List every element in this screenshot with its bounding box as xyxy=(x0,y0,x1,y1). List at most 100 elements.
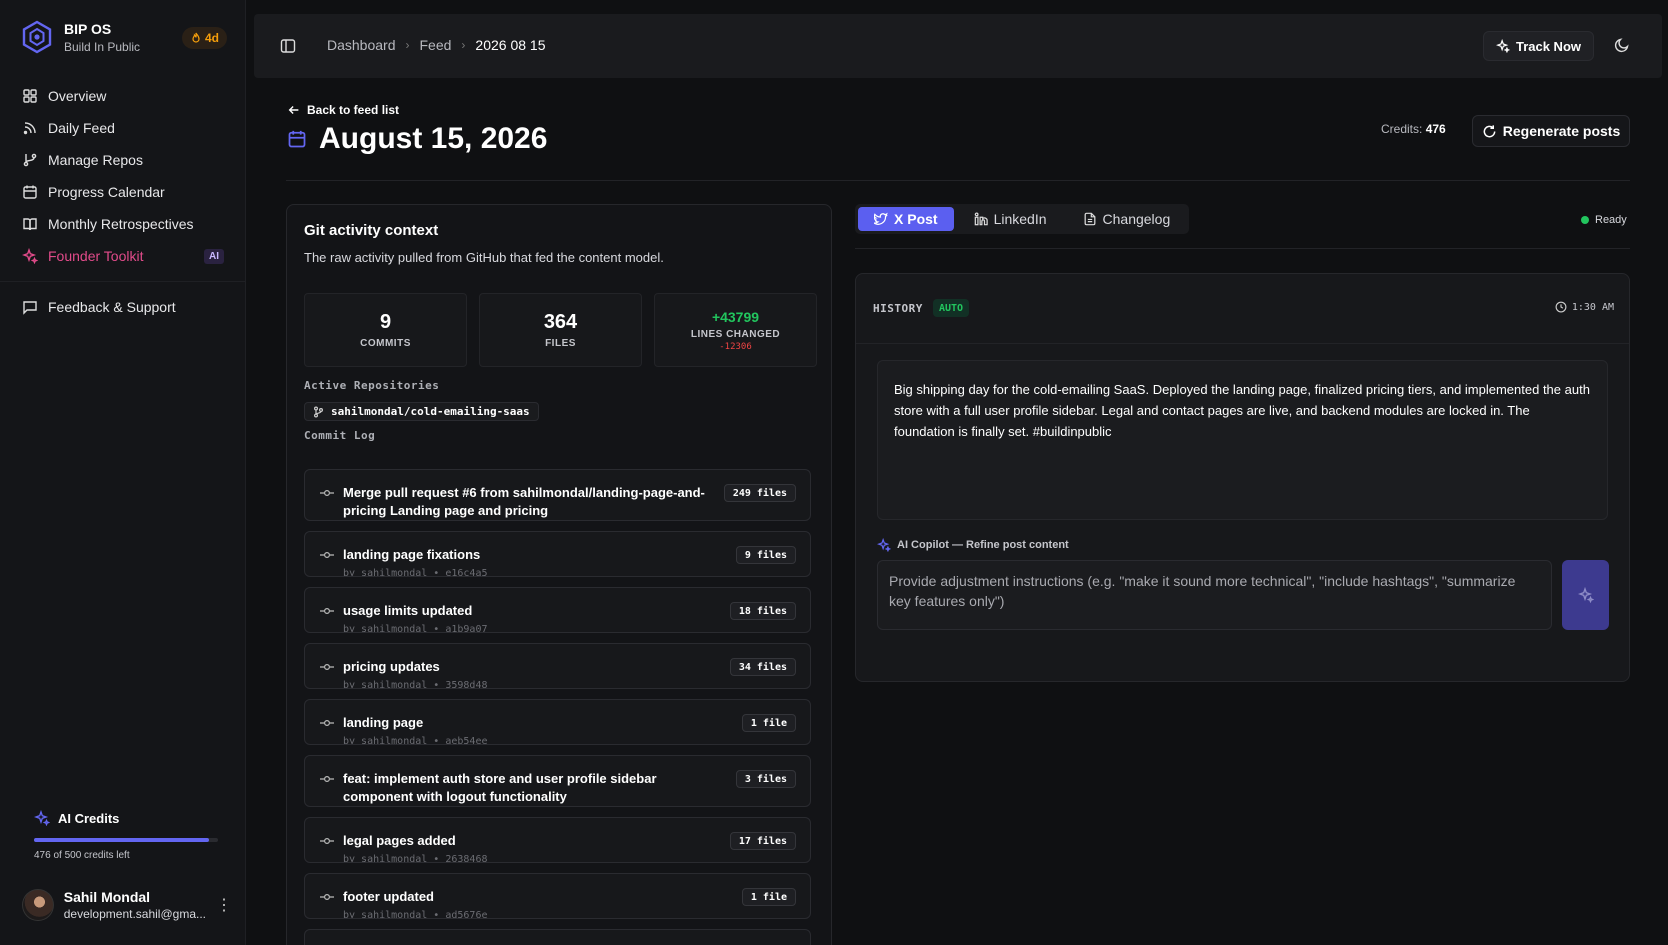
rss-icon xyxy=(23,122,36,135)
stat-value: 9 xyxy=(379,311,392,333)
git-commit-icon xyxy=(320,551,334,559)
sidebar-item-label: Manage Repos xyxy=(48,152,143,168)
sparkles-icon xyxy=(22,248,38,264)
git-repo-icon xyxy=(314,406,323,418)
sidebar-nav: Overview Daily Feed Manage Repos Progres… xyxy=(0,80,246,323)
ai-copilot-text: AI Copilot — Refine post content xyxy=(897,539,1069,551)
tab-changelog[interactable]: Changelog xyxy=(1067,207,1187,231)
sidebar-item-feedback-support[interactable]: Feedback & Support xyxy=(12,291,234,323)
tab-x-post[interactable]: X Post xyxy=(858,207,954,231)
commit-meta: by sahilmondal • a1b9a07 xyxy=(343,624,488,633)
commit-message: Merge pull request #6 from sahilmondal/l… xyxy=(343,485,705,518)
sidebar-toggle-icon[interactable] xyxy=(280,38,296,54)
git-commit-icon xyxy=(320,775,334,783)
ai-credits-title: AI Credits xyxy=(22,810,228,826)
commit-list: Merge pull request #6 from sahilmondal/l… xyxy=(304,469,811,945)
stat-commits: 9 COMMITS xyxy=(304,293,467,367)
sidebar-item-progress-calendar[interactable]: Progress Calendar xyxy=(12,176,234,208)
credits-left-text: 476 of 500 credits left xyxy=(34,850,130,861)
status-dot xyxy=(1581,216,1589,224)
history-label[interactable]: HISTORY xyxy=(873,302,923,315)
commit-log-label: Commit Log xyxy=(304,429,376,442)
regenerate-label: Regenerate posts xyxy=(1502,123,1621,139)
ai-credits-card: AI Credits 476 of 500 credits left xyxy=(22,810,228,861)
commit-meta: by sahilmondal • 3598d48 xyxy=(343,680,488,689)
refine-submit-button[interactable] xyxy=(1562,560,1609,630)
stat-lines-changed: +43799 LINES CHANGED -12306 xyxy=(654,293,817,367)
sidebar-item-label: Progress Calendar xyxy=(48,184,165,200)
stat-label: COMMITS xyxy=(360,338,411,349)
git-commit-icon xyxy=(320,663,334,671)
top-bar: Dashboard › Feed › 2026 08 15 Track Now xyxy=(254,14,1662,78)
credits-info: Credits: 476 xyxy=(1381,122,1446,136)
commit-item-partial[interactable] xyxy=(304,929,811,945)
stat-lines-removed: -12306 xyxy=(719,341,752,352)
repo-chip[interactable]: sahilmondal/cold-emailing-saas xyxy=(304,402,539,421)
sidebar-item-founder-toolkit[interactable]: Founder Toolkit AI xyxy=(12,240,234,272)
brand[interactable]: BIP OS Build In Public xyxy=(20,20,140,54)
git-commit-icon xyxy=(320,893,334,901)
commit-message: landing page fixations xyxy=(343,547,481,562)
files-badge: 1 file xyxy=(741,888,796,906)
commit-message: feat: implement auth store and user prof… xyxy=(343,771,657,804)
commit-message: footer updated xyxy=(343,889,434,904)
commit-item[interactable]: feat: implement auth store and user prof… xyxy=(304,755,811,807)
copilot-instructions-input[interactable]: Provide adjustment instructions (e.g. "m… xyxy=(877,560,1552,630)
git-branch-icon xyxy=(23,153,37,167)
streak-value: 4d xyxy=(205,31,220,45)
post-content[interactable]: Big shipping day for the cold-emailing S… xyxy=(877,360,1608,520)
commit-item[interactable]: usage limits updated by sahilmondal • a1… xyxy=(304,587,811,633)
credits-info-label: Credits: xyxy=(1381,122,1423,136)
moon-icon[interactable] xyxy=(1614,37,1630,53)
ai-copilot-label: AI Copilot — Refine post content xyxy=(877,538,1069,552)
breadcrumb-current: 2026 08 15 xyxy=(475,37,546,53)
files-badge: 249 files xyxy=(723,484,796,502)
track-now-label: Track Now xyxy=(1515,38,1581,54)
files-badge: 17 files xyxy=(729,832,796,850)
commit-item[interactable]: footer updated by sahilmondal • ad5676e … xyxy=(304,873,811,919)
back-link[interactable]: Back to feed list xyxy=(287,103,399,117)
sidebar-item-overview[interactable]: Overview xyxy=(12,80,234,112)
auto-badge: AUTO xyxy=(933,299,970,317)
commit-item[interactable]: Merge pull request #6 from sahilmondal/l… xyxy=(304,469,811,521)
files-badge: 3 files xyxy=(735,770,796,788)
commit-item[interactable]: landing page by sahilmondal • aeb54ee 1 … xyxy=(304,699,811,745)
commit-item[interactable]: legal pages added by sahilmondal • 26384… xyxy=(304,817,811,863)
user-menu[interactable]: Sahil Mondal development.sahil@gma... ⋮ xyxy=(22,889,232,921)
git-commit-icon xyxy=(320,837,334,845)
post-header: HISTORY AUTO 1:30 AM xyxy=(856,274,1629,344)
user-name: Sahil Mondal xyxy=(63,889,151,905)
credits-progress-fill xyxy=(34,838,210,842)
back-link-label: Back to feed list xyxy=(307,103,400,117)
sidebar-item-daily-feed[interactable]: Daily Feed xyxy=(12,112,234,144)
sidebar-item-manage-repos[interactable]: Manage Repos xyxy=(12,144,234,176)
commit-item[interactable]: landing page fixations by sahilmondal • … xyxy=(304,531,811,577)
platform-tabs: X Post LinkedIn Changelog xyxy=(855,204,1190,234)
commit-meta: by sahilmondal • 2638468 xyxy=(343,854,488,863)
files-badge: 18 files xyxy=(729,602,796,620)
more-vertical-icon[interactable]: ⋮ xyxy=(216,895,232,915)
ai-badge: AI xyxy=(204,248,224,264)
twitter-icon xyxy=(874,212,888,225)
status-badge: Ready xyxy=(1581,214,1627,226)
sidebar-item-monthly-retrospectives[interactable]: Monthly Retrospectives xyxy=(12,208,234,240)
tab-linkedin[interactable]: LinkedIn xyxy=(958,207,1063,231)
breadcrumb: Dashboard › Feed › 2026 08 15 xyxy=(327,37,546,53)
ai-credits-label: AI Credits xyxy=(58,810,120,826)
tabs-divider xyxy=(855,248,1630,249)
commit-item[interactable]: pricing updates by sahilmondal • 3598d48… xyxy=(304,643,811,689)
commit-meta: by sahilmondal • aeb54ee xyxy=(343,736,488,745)
breadcrumb-feed[interactable]: Feed xyxy=(420,37,452,53)
stat-value: +43799 xyxy=(711,308,760,325)
stat-files: 364 FILES xyxy=(479,293,642,367)
arrow-left-icon xyxy=(288,106,299,114)
tab-label: X Post xyxy=(894,211,938,227)
git-commit-icon xyxy=(320,607,334,615)
track-now-button[interactable]: Track Now xyxy=(1482,31,1594,61)
sidebar-item-label: Overview xyxy=(48,88,107,104)
breadcrumb-dashboard[interactable]: Dashboard xyxy=(327,37,396,53)
hexagon-logo-icon xyxy=(22,20,52,54)
active-repositories-label: Active Repositories xyxy=(304,379,440,392)
regenerate-posts-button[interactable]: Regenerate posts xyxy=(1472,115,1630,147)
brand-name: BIP OS xyxy=(64,20,112,37)
